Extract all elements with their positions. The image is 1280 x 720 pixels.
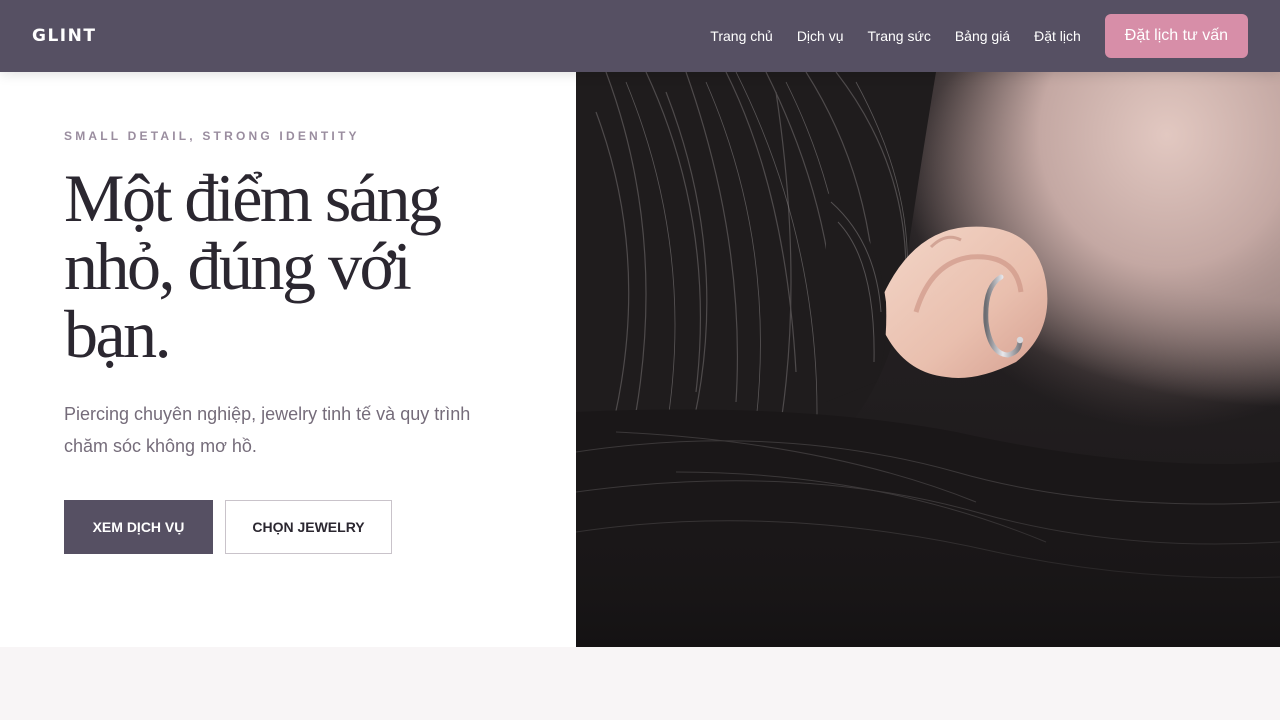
main-nav: Trang chủ Dịch vụ Trang sức Bảng giá Đặt…	[710, 14, 1248, 58]
nav-link-booking[interactable]: Đặt lịch	[1034, 28, 1081, 44]
brand-logo[interactable]: GLINT	[32, 26, 96, 46]
hero-content: SMALL DETAIL, STRONG IDENTITY Một điểm s…	[0, 72, 576, 647]
hero-actions: XEM DỊCH VỤ CHỌN JEWELRY	[64, 500, 576, 554]
hero-eyebrow: SMALL DETAIL, STRONG IDENTITY	[64, 129, 360, 143]
book-consultation-button[interactable]: Đặt lịch tư vấn	[1104, 14, 1248, 58]
nav-link-home[interactable]: Trang chủ	[710, 28, 773, 44]
nav-link-services[interactable]: Dịch vụ	[797, 28, 844, 44]
next-section	[0, 647, 1280, 720]
choose-jewelry-button[interactable]: CHỌN JEWELRY	[225, 500, 392, 554]
ear-piercing-photo-icon	[576, 72, 1280, 647]
view-services-button[interactable]: XEM DỊCH VỤ	[64, 500, 213, 554]
hero-image	[576, 72, 1280, 647]
nav-link-pricing[interactable]: Bảng giá	[955, 28, 1010, 44]
hero-description: Piercing chuyên nghiệp, jewelry tinh tế …	[64, 404, 471, 456]
nav-link-jewelry[interactable]: Trang sức	[868, 28, 931, 44]
site-header: GLINT Trang chủ Dịch vụ Trang sức Bảng g…	[0, 0, 1280, 72]
hero-headline: Một điểm sáng nhỏ, đúng với bạn.	[64, 160, 442, 372]
